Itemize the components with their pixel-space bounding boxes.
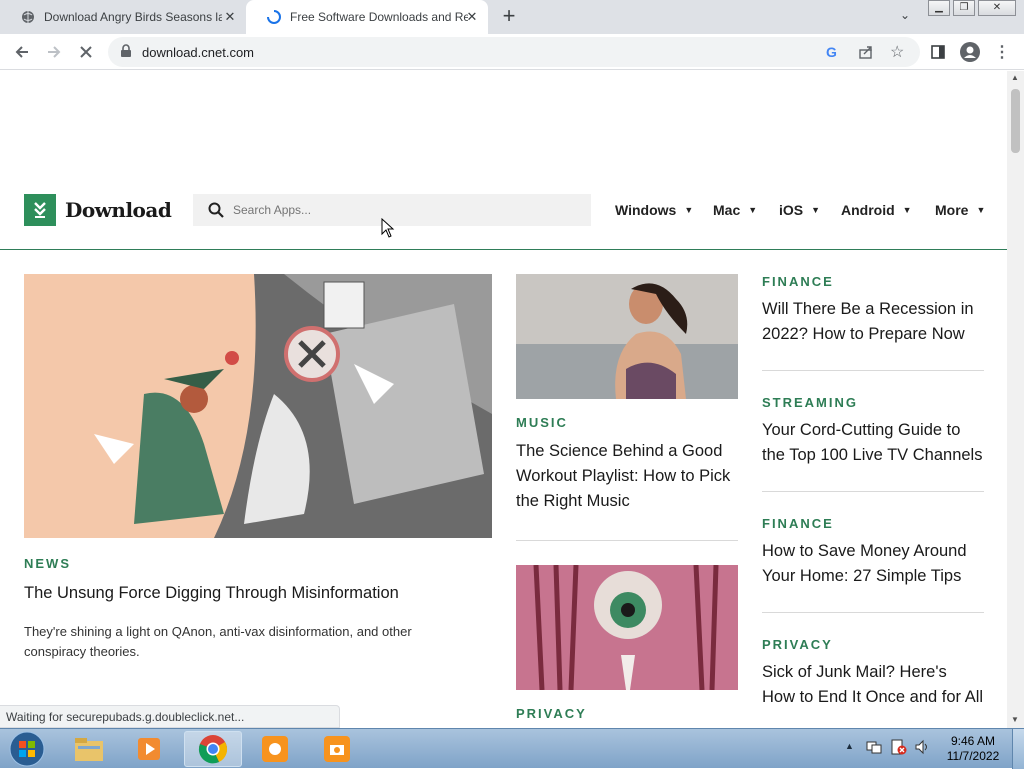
chrome-taskbar-icon[interactable] bbox=[184, 731, 242, 767]
url-text: download.cnet.com bbox=[142, 45, 255, 60]
divider bbox=[762, 612, 984, 613]
divider bbox=[762, 491, 984, 492]
finance-article-kicker[interactable]: FINANCE bbox=[762, 274, 834, 289]
nav-mac[interactable]: Mac ▼ bbox=[713, 202, 757, 218]
status-bubble: Waiting for securepubads.g.doubleclick.n… bbox=[0, 705, 340, 728]
network-icon[interactable] bbox=[866, 739, 882, 760]
tab-title: Download Angry Birds Seasons la bbox=[44, 10, 222, 24]
side-panel-icon[interactable] bbox=[926, 40, 950, 64]
nav-ios[interactable]: iOS ▼ bbox=[779, 202, 820, 218]
screen-recorder-icon[interactable] bbox=[246, 731, 304, 767]
page-scrollbar[interactable]: ▲ ▼ bbox=[1007, 71, 1024, 728]
lead-article-summary: They're shining a light on QAnon, anti-v… bbox=[24, 624, 412, 659]
nav-android[interactable]: Android ▼ bbox=[841, 202, 912, 218]
browser-toolbar: download.cnet.com G ☆ ⋮ bbox=[0, 34, 1024, 70]
bookmark-star-icon[interactable]: ☆ bbox=[890, 42, 904, 62]
tab-cnet-download[interactable]: Free Software Downloads and Re ✕ bbox=[246, 0, 488, 34]
scrollbar-thumb[interactable] bbox=[1011, 89, 1020, 153]
lead-article-headline[interactable]: The Unsung Force Digging Through Misinfo… bbox=[24, 581, 492, 606]
back-arrow-icon[interactable] bbox=[10, 40, 34, 64]
restore-button[interactable]: ❐ bbox=[953, 0, 975, 16]
caret-down-icon: ▼ bbox=[902, 205, 912, 215]
lead-article-kicker[interactable]: NEWS bbox=[24, 556, 71, 571]
menu-kebab-icon[interactable]: ⋮ bbox=[990, 40, 1014, 64]
web-page: Download Windows ▼ Mac ▼ iOS ▼ Android ▼ Mor… bbox=[0, 71, 1007, 728]
media-player-icon[interactable] bbox=[120, 731, 178, 767]
start-button[interactable] bbox=[0, 731, 54, 767]
finance-article-headline[interactable]: Will There Be a Recession in 2022? How t… bbox=[762, 297, 984, 347]
windows-taskbar: ▲ 9:46 AM 11/7/2022 bbox=[0, 728, 1024, 769]
show-desktop-button[interactable] bbox=[1012, 729, 1024, 769]
share-icon[interactable] bbox=[858, 44, 874, 65]
music-article-headline[interactable]: The Science Behind a Good Workout Playli… bbox=[516, 439, 742, 514]
caret-down-icon: ▼ bbox=[976, 205, 986, 215]
stop-loading-icon[interactable] bbox=[74, 40, 98, 64]
screenshot-tool-icon[interactable] bbox=[308, 731, 366, 767]
show-hidden-icons[interactable]: ▲ bbox=[845, 741, 854, 751]
privacy-article-kicker[interactable]: PRIVACY bbox=[516, 706, 587, 721]
caret-down-icon: ▼ bbox=[684, 205, 694, 215]
nav-label: Android bbox=[841, 202, 895, 218]
streaming-article-headline[interactable]: Your Cord-Cutting Guide to the Top 100 L… bbox=[762, 418, 984, 468]
volume-icon[interactable] bbox=[914, 739, 930, 760]
streaming-article-kicker[interactable]: STREAMING bbox=[762, 395, 858, 410]
profile-avatar-icon[interactable] bbox=[958, 40, 982, 64]
caret-down-icon: ▼ bbox=[748, 205, 758, 215]
close-tab-icon[interactable]: ✕ bbox=[464, 9, 480, 25]
system-clock[interactable]: 9:46 AM 11/7/2022 bbox=[940, 734, 1006, 764]
privacy-article-kicker[interactable]: PRIVACY bbox=[762, 637, 833, 652]
nav-label: Mac bbox=[713, 202, 741, 218]
tab-angry-birds[interactable]: Download Angry Birds Seasons la ✕ bbox=[0, 0, 246, 34]
tab-strip: Download Angry Birds Seasons la ✕ Free S… bbox=[0, 0, 1024, 34]
nav-label: iOS bbox=[779, 202, 804, 218]
nav-windows[interactable]: Windows ▼ bbox=[615, 202, 693, 218]
clock-date: 11/7/2022 bbox=[946, 749, 1000, 763]
forward-arrow-icon[interactable] bbox=[42, 40, 66, 64]
privacy-article-headline[interactable]: Sick of Junk Mail? Here's How to End It … bbox=[762, 660, 984, 710]
close-tab-icon[interactable]: ✕ bbox=[222, 9, 238, 25]
lead-article-image[interactable] bbox=[24, 274, 492, 538]
tab-title: Free Software Downloads and Re bbox=[290, 10, 468, 24]
minimize-button[interactable]: ▁ bbox=[928, 0, 950, 16]
finance-article-headline[interactable]: How to Save Money Around Your Home: 27 S… bbox=[762, 539, 984, 589]
clock-time: 9:46 AM bbox=[950, 734, 996, 748]
music-article-image[interactable] bbox=[516, 274, 738, 399]
scroll-up-icon[interactable]: ▲ bbox=[1011, 73, 1019, 82]
loading-spinner-icon bbox=[266, 9, 282, 25]
music-article-kicker[interactable]: MUSIC bbox=[516, 415, 568, 430]
caret-down-icon: ▼ bbox=[811, 205, 821, 215]
mouse-cursor-icon bbox=[381, 218, 395, 238]
action-center-icon[interactable] bbox=[891, 739, 907, 760]
search-icon bbox=[208, 202, 224, 223]
close-window-button[interactable]: ✕ bbox=[978, 0, 1016, 16]
divider bbox=[762, 370, 984, 371]
privacy-article-image[interactable] bbox=[516, 565, 738, 690]
finance-article-kicker[interactable]: FINANCE bbox=[762, 516, 834, 531]
google-icon[interactable]: G bbox=[826, 44, 837, 60]
tab-search-chevron-icon[interactable]: ⌄ bbox=[896, 8, 914, 26]
site-header: Download Windows ▼ Mac ▼ iOS ▼ Android ▼ Mor… bbox=[0, 180, 1007, 250]
lock-icon[interactable] bbox=[120, 44, 132, 63]
address-bar[interactable]: download.cnet.com G ☆ bbox=[108, 37, 920, 67]
file-explorer-icon[interactable] bbox=[60, 731, 118, 767]
nav-label: Windows bbox=[615, 202, 677, 218]
search-input[interactable] bbox=[233, 194, 573, 226]
globe-icon bbox=[20, 9, 36, 25]
new-tab-button[interactable]: + bbox=[497, 4, 521, 28]
site-logo-text[interactable]: Download bbox=[65, 198, 172, 222]
scroll-down-icon[interactable]: ▼ bbox=[1011, 715, 1019, 724]
nav-more[interactable]: More ▼ bbox=[935, 202, 985, 218]
download-logo-icon[interactable] bbox=[24, 194, 56, 226]
nav-label: More bbox=[935, 202, 969, 218]
divider bbox=[516, 540, 738, 541]
